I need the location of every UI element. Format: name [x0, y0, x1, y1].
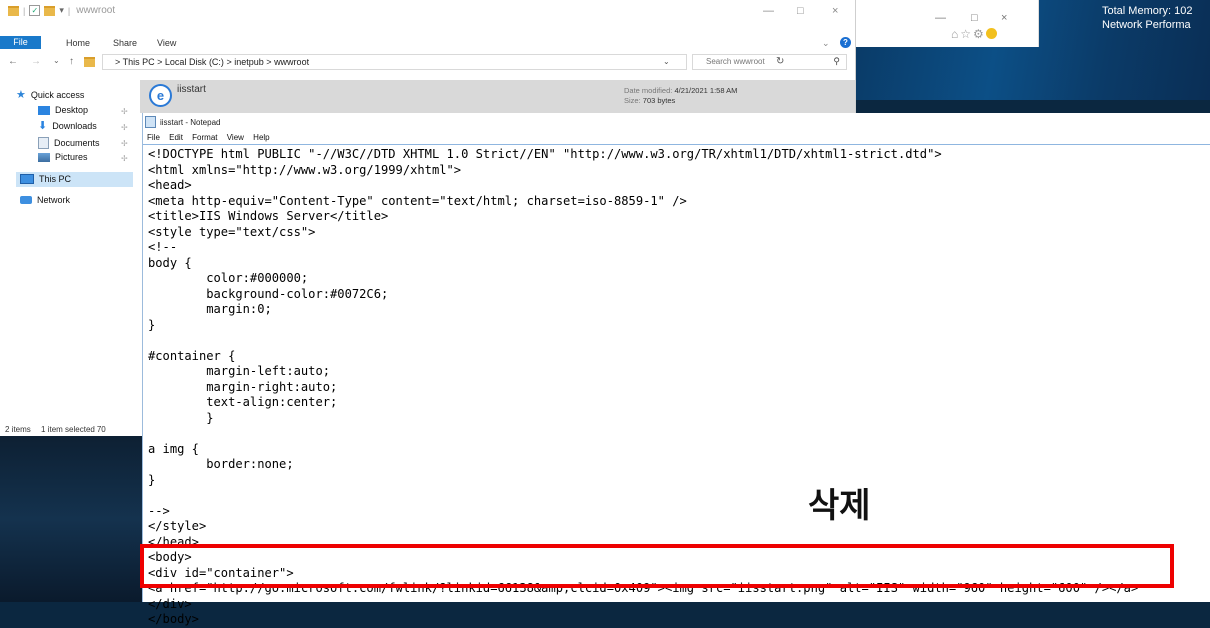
star-icon: ★ — [16, 88, 26, 101]
sidebar-item-quick-access[interactable]: ★ Quick access — [16, 88, 85, 101]
menu-view[interactable]: View — [227, 133, 244, 142]
search-placeholder: Search wwwroot — [706, 57, 765, 66]
tab-share[interactable]: Share — [113, 38, 137, 48]
sidebar-item-label: Pictures — [55, 152, 88, 162]
file-date-modified: 4/21/2021 1:58 AM — [674, 86, 738, 95]
navigation-pane: ★ Quick access Desktop ✢ ⬇ Downloads ✢ D… — [0, 80, 140, 420]
tab-home[interactable]: Home — [66, 38, 90, 48]
file-list-item[interactable]: e iisstart Date modified: 4/21/2021 1:58… — [140, 80, 855, 113]
breadcrumb-item[interactable]: This PC — [123, 57, 155, 67]
pin-icon[interactable]: ✢ — [121, 123, 128, 132]
folder-icon — [84, 57, 95, 67]
pin-icon[interactable]: ✢ — [121, 154, 128, 163]
pictures-icon — [38, 152, 50, 162]
window-title: wwwroot — [76, 5, 116, 16]
sysinfo-network: Network Performa — [1102, 19, 1191, 31]
menu-file[interactable]: File — [147, 133, 160, 142]
sidebar-item-label: Quick access — [30, 90, 85, 100]
properties-icon[interactable]: ✓ — [29, 5, 41, 16]
star-icon[interactable]: ☆ — [960, 27, 973, 41]
desktop-icon — [38, 105, 50, 115]
notepad-title: iisstart - Notepad — [160, 117, 221, 127]
home-icon[interactable]: ⌂ — [951, 27, 960, 41]
ie-toolbar-icons: ⌂☆⚙ — [951, 27, 997, 41]
file-name: iisstart — [177, 84, 206, 95]
minimize-icon[interactable]: — — [935, 12, 946, 24]
menu-edit[interactable]: Edit — [169, 133, 183, 142]
breadcrumb-item[interactable]: inetpub — [234, 57, 264, 67]
ribbon-expand-icon[interactable]: ⌄ — [822, 38, 830, 49]
internet-explorer-icon: e — [149, 84, 172, 107]
customize-dropdown-icon[interactable]: ▾ — [59, 5, 64, 16]
item-count: 2 items — [5, 425, 31, 434]
notepad-window: iisstart - Notepad File Edit Format View… — [142, 113, 1210, 626]
desktop-background-left — [0, 436, 142, 602]
forward-icon[interactable]: → — [31, 56, 41, 67]
sidebar-item-desktop[interactable]: Desktop — [38, 105, 88, 115]
file-details: Date modified: 4/21/2021 1:58 AM Size: 7… — [624, 86, 738, 105]
status-bar: 2 items 1 item selected 70 — [5, 425, 114, 434]
highlight-box — [140, 544, 1174, 588]
folder-icon — [8, 5, 19, 16]
status-truncated: 70 — [96, 425, 106, 434]
sysinfo-memory: Total Memory: 102 — [1102, 5, 1193, 17]
new-folder-icon[interactable] — [44, 5, 56, 16]
sidebar-item-pictures[interactable]: Pictures — [38, 152, 88, 162]
help-icon[interactable]: ? — [840, 37, 851, 48]
maximize-button[interactable]: □ — [797, 5, 804, 17]
minimize-button[interactable]: — — [763, 5, 774, 17]
address-bar[interactable]: > This PC > Local Disk (C:) > inetpub > … — [102, 54, 784, 70]
sidebar-item-label: Desktop — [55, 105, 89, 115]
recent-locations-icon[interactable]: ⌄ — [53, 56, 60, 65]
explorer-titlebar: | ✓ ▾ | wwwroot — □ × — [0, 0, 855, 22]
sidebar-item-this-pc[interactable]: This PC — [20, 174, 71, 184]
sidebar-item-downloads[interactable]: ⬇ Downloads — [38, 119, 97, 132]
computer-icon — [20, 174, 34, 184]
sidebar-item-documents[interactable]: Documents — [38, 137, 100, 149]
pin-icon[interactable]: ✢ — [121, 139, 128, 148]
menu-format[interactable]: Format — [192, 133, 217, 142]
sidebar-item-label: This PC — [39, 174, 72, 184]
notepad-menu-bar: File Edit Format View Help — [147, 133, 277, 142]
breadcrumb-item[interactable]: Local Disk (C:) — [165, 57, 224, 67]
gear-icon[interactable]: ⚙ — [973, 27, 986, 41]
sidebar-item-label: Downloads — [52, 121, 97, 131]
address-row: ← → ⌄ ↑ > This PC > Local Disk (C:) > in… — [0, 54, 855, 70]
menu-help[interactable]: Help — [253, 133, 269, 142]
notepad-icon — [145, 116, 156, 128]
notepad-titlebar: iisstart - Notepad — [145, 116, 220, 128]
file-tab[interactable]: File — [0, 36, 41, 49]
tab-view[interactable]: View — [157, 38, 176, 48]
back-icon[interactable]: ← — [8, 56, 18, 67]
file-size: 703 bytes — [642, 96, 676, 105]
annotation-label: 삭제 — [808, 486, 871, 526]
smiley-icon[interactable] — [985, 28, 997, 39]
network-icon — [20, 196, 32, 204]
up-icon[interactable]: ↑ — [69, 56, 74, 67]
breadcrumb: > This PC > Local Disk (C:) > inetpub > … — [115, 57, 310, 67]
menu-divider — [143, 144, 1210, 145]
close-button[interactable]: × — [832, 5, 838, 17]
search-input[interactable]: Search wwwroot ⚲ — [692, 54, 847, 70]
pin-icon[interactable]: ✢ — [121, 107, 128, 116]
address-dropdown-icon[interactable]: ⌄ — [663, 55, 670, 69]
sidebar-item-label: Network — [37, 195, 71, 205]
search-icon: ⚲ — [833, 56, 840, 66]
system-info-overlay: Total Memory: 102 Network Performa — [1102, 4, 1192, 32]
quick-access-toolbar: | ✓ ▾ | wwwroot — [8, 5, 115, 16]
sidebar-item-network[interactable]: Network — [20, 195, 70, 205]
close-icon[interactable]: × — [1001, 12, 1007, 24]
download-icon: ⬇ — [38, 119, 48, 132]
maximize-icon[interactable]: □ — [971, 12, 978, 24]
ie-window: — □ × ⌂☆⚙ — [855, 0, 1039, 47]
sidebar-item-label: Documents — [54, 138, 100, 148]
breadcrumb-item[interactable]: wwwroot — [274, 57, 309, 67]
selection-count: 1 item selected — [41, 425, 95, 434]
documents-icon — [38, 137, 49, 149]
